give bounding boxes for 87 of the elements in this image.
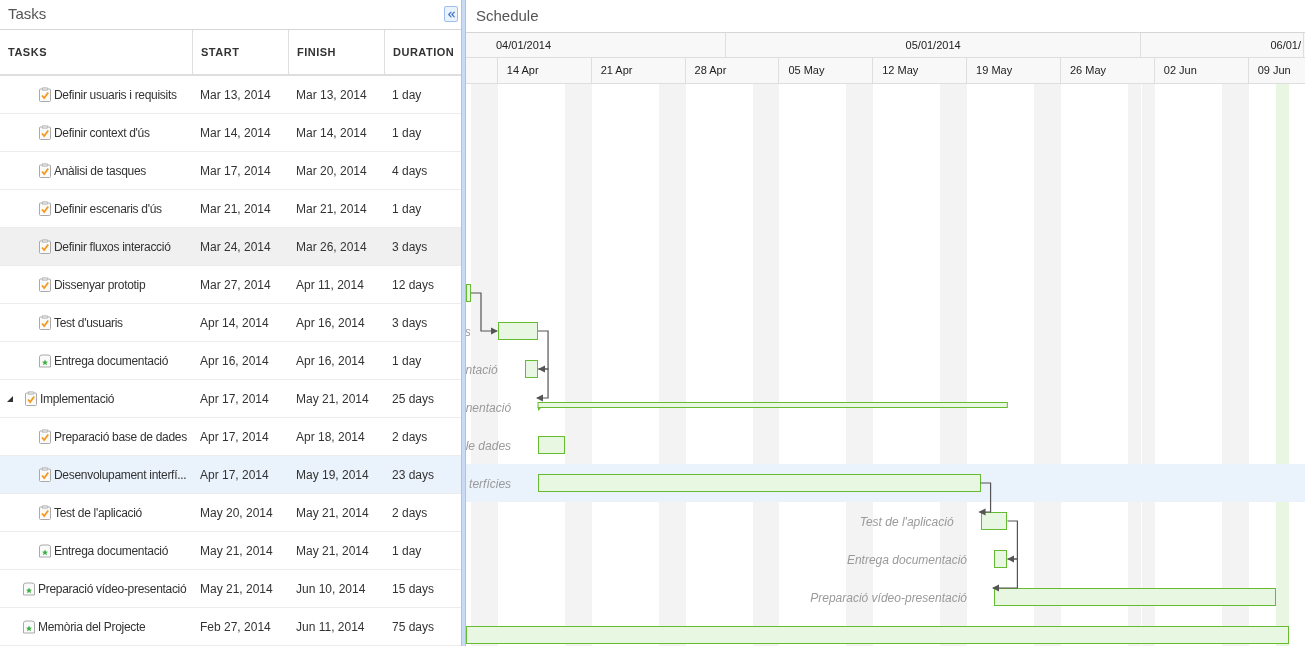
duration: 3 days: [391, 238, 429, 256]
week-label: 28 Apr: [694, 63, 727, 79]
bar-label: Preparació vídeo-presentació: [810, 590, 967, 607]
duration: 3 days: [391, 314, 429, 332]
task-row[interactable]: Definir fluxos interacció Mar 24, 2014 Mar 26, 2014 3 days: [0, 228, 461, 266]
finish-date: Jun 11, 2014: [295, 618, 366, 636]
start-date: Apr 16, 2014: [199, 352, 270, 370]
duration: 4 days: [391, 162, 429, 180]
task-name: Definir escenaris d'ús: [54, 200, 162, 218]
duration: 2 days: [391, 504, 429, 522]
task-name: Entrega documentació: [54, 542, 169, 560]
duration: 12 days: [391, 276, 436, 294]
finish-date: May 21, 2014: [295, 542, 370, 560]
start-date: Mar 17, 2014: [199, 162, 272, 180]
start-date: Mar 24, 2014: [199, 238, 272, 256]
duration: 1 day: [391, 200, 423, 218]
week-label: 12 May: [882, 63, 919, 79]
week-label: 02 Jun: [1163, 63, 1197, 79]
panel-title: Schedule: [476, 5, 539, 26]
duration: 75 days: [391, 618, 436, 636]
finish-date: Apr 18, 2014: [295, 428, 366, 446]
column-header[interactable]: DURATION: [385, 29, 461, 74]
duration: 25 days: [391, 390, 436, 408]
task-name: Implementació: [40, 390, 115, 408]
finish-date: May 21, 2014: [295, 390, 370, 408]
finish-date: Apr 11, 2014: [295, 276, 365, 294]
column-header[interactable]: TASKS: [0, 29, 193, 74]
finish-date: Mar 14, 2014: [295, 124, 368, 142]
week-label: 26 May: [1069, 63, 1107, 79]
bar-label: nentació: [466, 400, 512, 417]
task-name: Dissenyar prototip: [54, 276, 146, 294]
finish-date: Mar 21, 2014: [295, 200, 368, 218]
task-name: Memòria del Projecte: [38, 618, 146, 636]
week-label: 19 May: [976, 63, 1013, 79]
task-name: Entrega documentació: [54, 352, 169, 370]
month-label: 06/01/: [1270, 37, 1301, 53]
finish-date: Apr 16, 2014: [295, 314, 366, 332]
week-label: 14 Apr: [506, 63, 539, 79]
column-header[interactable]: FINISH: [289, 29, 385, 74]
task-name: Test de l'aplicació: [54, 504, 142, 522]
start-date: May 20, 2014: [199, 504, 274, 522]
duration: 23 days: [391, 466, 436, 484]
start-date: Mar 14, 2014: [199, 124, 272, 142]
task-name: Preparació vídeo-presentació: [38, 580, 187, 598]
start-date: Apr 17, 2014: [199, 390, 270, 408]
month-label: 04/01/2014: [496, 37, 552, 53]
finish-date: May 21, 2014: [295, 504, 370, 522]
duration: 1 day: [391, 86, 423, 104]
task-name: Desenvolupament interfí...: [54, 466, 187, 484]
task-name: Definir usuaris i requisits: [54, 86, 177, 104]
bar-label: Test de l'aplicació: [859, 514, 954, 531]
start-date: Mar 13, 2014: [199, 86, 272, 104]
week-label: 05 May: [788, 63, 825, 79]
finish-date: Mar 20, 2014: [295, 162, 368, 180]
bar-label: le dades: [466, 438, 512, 455]
task-name: Anàlisi de tasques: [54, 162, 146, 180]
start-date: Apr 17, 2014: [199, 428, 270, 446]
task-name: Preparació base de dades: [54, 428, 187, 446]
start-date: Mar 27, 2014: [199, 276, 272, 294]
month-label: 05/01/2014: [905, 37, 961, 53]
finish-date: Apr 16, 2014: [295, 352, 366, 370]
panel-title: Tasks: [8, 4, 47, 25]
bar-label: ntació: [466, 362, 498, 379]
duration: 1 day: [391, 124, 423, 142]
finish-date: Jun 10, 2014: [295, 580, 367, 598]
week-label: 21 Apr: [600, 63, 633, 79]
bar-label: terfícies: [469, 476, 512, 493]
start-date: May 21, 2014: [199, 542, 274, 560]
finish-date: May 19, 2014: [295, 466, 370, 484]
start-date: Feb 27, 2014: [199, 618, 272, 636]
start-date: Apr 17, 2014: [199, 466, 270, 484]
task-row[interactable]: Desenvolupament interfí... Apr 17, 2014 May 19, 2014 23 days: [0, 456, 461, 494]
task-name: Definir context d'ús: [54, 124, 150, 142]
start-date: Mar 21, 2014: [199, 200, 272, 218]
start-date: May 21, 2014: [199, 580, 274, 598]
week-label: 09 Jun: [1257, 63, 1291, 79]
task-name: Test d'usuaris: [54, 314, 123, 332]
column-header[interactable]: START: [193, 29, 289, 74]
duration: 15 days: [391, 580, 436, 598]
finish-date: Mar 13, 2014: [295, 86, 368, 104]
bar-label: Entrega documentació: [846, 552, 967, 569]
task-name: Definir fluxos interacció: [54, 238, 171, 256]
finish-date: Mar 26, 2014: [295, 238, 368, 256]
duration: 1 day: [391, 542, 423, 560]
start-date: Apr 14, 2014: [199, 314, 270, 332]
duration: 1 day: [391, 352, 423, 370]
duration: 2 days: [391, 428, 429, 446]
